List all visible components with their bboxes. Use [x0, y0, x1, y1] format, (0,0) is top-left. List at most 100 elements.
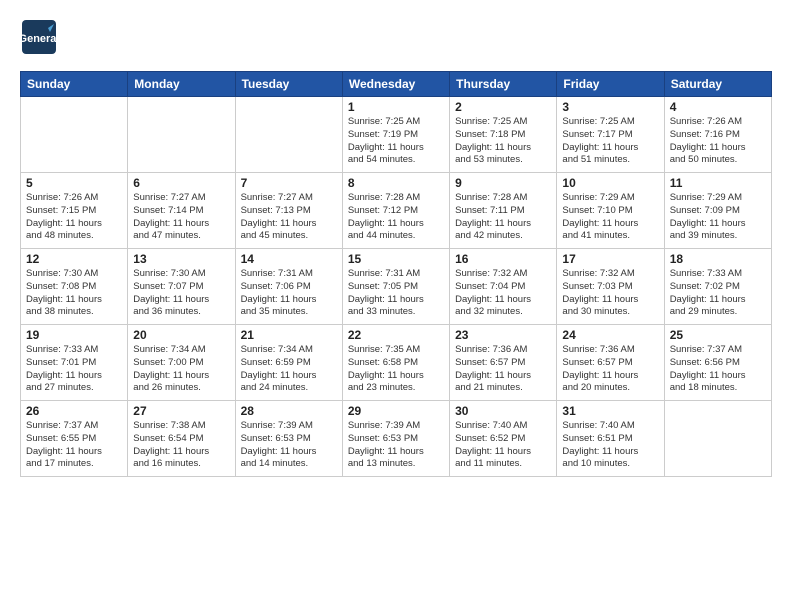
weekday-header: Sunday	[21, 72, 128, 97]
day-detail: Sunrise: 7:28 AM Sunset: 7:12 PM Dayligh…	[348, 192, 444, 243]
day-detail: Sunrise: 7:30 AM Sunset: 7:08 PM Dayligh…	[26, 268, 122, 319]
day-number: 13	[133, 252, 229, 266]
calendar-cell: 12 Sunrise: 7:30 AM Sunset: 7:08 PM Dayli…	[21, 249, 128, 325]
calendar-cell: 14 Sunrise: 7:31 AM Sunset: 7:06 PM Dayli…	[235, 249, 342, 325]
day-detail: Sunrise: 7:40 AM Sunset: 6:51 PM Dayligh…	[562, 420, 658, 471]
weekday-header: Monday	[128, 72, 235, 97]
calendar-cell: 17 Sunrise: 7:32 AM Sunset: 7:03 PM Dayli…	[557, 249, 664, 325]
calendar-cell: 29Sunrise: 7:39 AM Sunset: 6:53 PM Dayli…	[342, 401, 449, 477]
day-number: 3	[562, 100, 658, 114]
logo-icon: General	[20, 18, 58, 61]
weekday-header: Thursday	[450, 72, 557, 97]
day-detail: Sunrise: 7:25 AM Sunset: 7:17 PM Dayligh…	[562, 116, 658, 167]
calendar-cell	[21, 97, 128, 173]
calendar-table: SundayMondayTuesdayWednesdayThursdayFrid…	[20, 71, 772, 477]
calendar-cell: 6 Sunrise: 7:27 AM Sunset: 7:14 PM Daylig…	[128, 173, 235, 249]
day-number: 10	[562, 176, 658, 190]
day-number: 30	[455, 404, 551, 418]
day-number: 8	[348, 176, 444, 190]
calendar-cell: 8 Sunrise: 7:28 AM Sunset: 7:12 PM Daylig…	[342, 173, 449, 249]
calendar-cell: 18Sunrise: 7:33 AM Sunset: 7:02 PM Dayli…	[664, 249, 771, 325]
day-number: 22	[348, 328, 444, 342]
svg-text:General: General	[20, 33, 58, 45]
calendar-week-row: 12 Sunrise: 7:30 AM Sunset: 7:08 PM Dayli…	[21, 249, 772, 325]
calendar-cell: 27 Sunrise: 7:38 AM Sunset: 6:54 PM Dayli…	[128, 401, 235, 477]
day-number: 27	[133, 404, 229, 418]
day-number: 21	[241, 328, 337, 342]
weekday-header: Saturday	[664, 72, 771, 97]
day-detail: Sunrise: 7:35 AM Sunset: 6:58 PM Dayligh…	[348, 344, 444, 395]
day-detail: Sunrise: 7:34 AM Sunset: 6:59 PM Dayligh…	[241, 344, 337, 395]
day-detail: Sunrise: 7:37 AM Sunset: 6:55 PM Dayligh…	[26, 420, 122, 471]
day-number: 2	[455, 100, 551, 114]
day-number: 16	[455, 252, 551, 266]
calendar-cell: 4 Sunrise: 7:26 AM Sunset: 7:16 PM Daylig…	[664, 97, 771, 173]
day-number: 28	[241, 404, 337, 418]
day-number: 9	[455, 176, 551, 190]
calendar-cell: 16 Sunrise: 7:32 AM Sunset: 7:04 PM Dayli…	[450, 249, 557, 325]
day-detail: Sunrise: 7:27 AM Sunset: 7:14 PM Dayligh…	[133, 192, 229, 243]
day-detail: Sunrise: 7:25 AM Sunset: 7:19 PM Dayligh…	[348, 116, 444, 167]
calendar-cell: 25 Sunrise: 7:37 AM Sunset: 6:56 PM Dayli…	[664, 325, 771, 401]
calendar-cell: 1 Sunrise: 7:25 AM Sunset: 7:19 PM Daylig…	[342, 97, 449, 173]
day-detail: Sunrise: 7:38 AM Sunset: 6:54 PM Dayligh…	[133, 420, 229, 471]
day-detail: Sunrise: 7:29 AM Sunset: 7:10 PM Dayligh…	[562, 192, 658, 243]
day-number: 12	[26, 252, 122, 266]
calendar-cell	[664, 401, 771, 477]
day-detail: Sunrise: 7:29 AM Sunset: 7:09 PM Dayligh…	[670, 192, 766, 243]
calendar-week-row: 1 Sunrise: 7:25 AM Sunset: 7:19 PM Daylig…	[21, 97, 772, 173]
header: General	[20, 18, 772, 61]
weekday-header: Wednesday	[342, 72, 449, 97]
calendar-header-row: SundayMondayTuesdayWednesdayThursdayFrid…	[21, 72, 772, 97]
day-number: 18	[670, 252, 766, 266]
calendar-cell: 24 Sunrise: 7:36 AM Sunset: 6:57 PM Dayli…	[557, 325, 664, 401]
calendar-cell: 23 Sunrise: 7:36 AM Sunset: 6:57 PM Dayli…	[450, 325, 557, 401]
calendar-cell: 21 Sunrise: 7:34 AM Sunset: 6:59 PM Dayli…	[235, 325, 342, 401]
calendar-cell: 31Sunrise: 7:40 AM Sunset: 6:51 PM Dayli…	[557, 401, 664, 477]
day-number: 11	[670, 176, 766, 190]
calendar-cell: 11 Sunrise: 7:29 AM Sunset: 7:09 PM Dayli…	[664, 173, 771, 249]
day-detail: Sunrise: 7:26 AM Sunset: 7:15 PM Dayligh…	[26, 192, 122, 243]
day-detail: Sunrise: 7:31 AM Sunset: 7:06 PM Dayligh…	[241, 268, 337, 319]
day-number: 24	[562, 328, 658, 342]
calendar-cell: 13Sunrise: 7:30 AM Sunset: 7:07 PM Dayli…	[128, 249, 235, 325]
day-number: 19	[26, 328, 122, 342]
day-number: 14	[241, 252, 337, 266]
calendar-cell: 3 Sunrise: 7:25 AM Sunset: 7:17 PM Daylig…	[557, 97, 664, 173]
day-detail: Sunrise: 7:32 AM Sunset: 7:04 PM Dayligh…	[455, 268, 551, 319]
day-number: 26	[26, 404, 122, 418]
day-detail: Sunrise: 7:32 AM Sunset: 7:03 PM Dayligh…	[562, 268, 658, 319]
day-detail: Sunrise: 7:39 AM Sunset: 6:53 PM Dayligh…	[348, 420, 444, 471]
page: General SundayMondayTuesdayWednesdayThur…	[0, 0, 792, 612]
day-detail: Sunrise: 7:26 AM Sunset: 7:16 PM Dayligh…	[670, 116, 766, 167]
calendar-cell: 19 Sunrise: 7:33 AM Sunset: 7:01 PM Dayli…	[21, 325, 128, 401]
weekday-header: Friday	[557, 72, 664, 97]
day-number: 4	[670, 100, 766, 114]
day-detail: Sunrise: 7:39 AM Sunset: 6:53 PM Dayligh…	[241, 420, 337, 471]
calendar-cell	[128, 97, 235, 173]
day-number: 17	[562, 252, 658, 266]
day-detail: Sunrise: 7:37 AM Sunset: 6:56 PM Dayligh…	[670, 344, 766, 395]
calendar-cell	[235, 97, 342, 173]
calendar-week-row: 19 Sunrise: 7:33 AM Sunset: 7:01 PM Dayli…	[21, 325, 772, 401]
calendar-cell: 9 Sunrise: 7:28 AM Sunset: 7:11 PM Daylig…	[450, 173, 557, 249]
day-number: 5	[26, 176, 122, 190]
day-number: 20	[133, 328, 229, 342]
day-detail: Sunrise: 7:28 AM Sunset: 7:11 PM Dayligh…	[455, 192, 551, 243]
day-number: 1	[348, 100, 444, 114]
day-detail: Sunrise: 7:34 AM Sunset: 7:00 PM Dayligh…	[133, 344, 229, 395]
day-detail: Sunrise: 7:27 AM Sunset: 7:13 PM Dayligh…	[241, 192, 337, 243]
day-detail: Sunrise: 7:33 AM Sunset: 7:01 PM Dayligh…	[26, 344, 122, 395]
calendar-week-row: 26 Sunrise: 7:37 AM Sunset: 6:55 PM Dayli…	[21, 401, 772, 477]
day-number: 6	[133, 176, 229, 190]
day-number: 15	[348, 252, 444, 266]
day-detail: Sunrise: 7:36 AM Sunset: 6:57 PM Dayligh…	[562, 344, 658, 395]
day-detail: Sunrise: 7:36 AM Sunset: 6:57 PM Dayligh…	[455, 344, 551, 395]
day-number: 7	[241, 176, 337, 190]
logo: General	[20, 18, 62, 61]
day-number: 23	[455, 328, 551, 342]
day-detail: Sunrise: 7:25 AM Sunset: 7:18 PM Dayligh…	[455, 116, 551, 167]
calendar-cell: 15Sunrise: 7:31 AM Sunset: 7:05 PM Dayli…	[342, 249, 449, 325]
day-number: 25	[670, 328, 766, 342]
calendar-cell: 7 Sunrise: 7:27 AM Sunset: 7:13 PM Daylig…	[235, 173, 342, 249]
